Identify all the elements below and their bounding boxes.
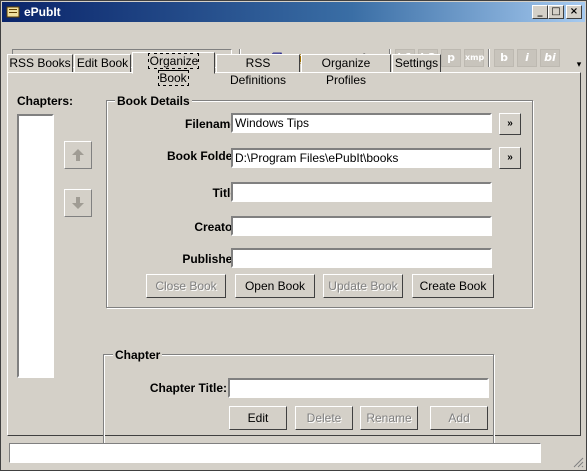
app-window: ePubIt _ □ × ⊡ ✂ ❐ ▣ ↶ ↷ ✎▾ h1 h2 p xmp …: [0, 0, 587, 471]
book-details-title: Book Details: [115, 94, 192, 108]
move-up-button[interactable]: [64, 141, 92, 169]
tab-rss-books[interactable]: RSS Books: [7, 54, 73, 73]
creator-label: Creator:: [194, 220, 241, 234]
title-bar[interactable]: ePubIt _ □ ×: [2, 2, 585, 22]
close-button[interactable]: ×: [566, 5, 582, 19]
tab-settings[interactable]: Settings: [392, 54, 441, 73]
rename-chapter-button[interactable]: Rename: [360, 406, 418, 430]
tab-organize-book[interactable]: Organize Book: [132, 52, 215, 86]
tab-rss-definitions[interactable]: RSS Definitions: [216, 54, 300, 87]
arrow-up-icon: [72, 149, 84, 161]
publisher-label: Publisher:: [182, 252, 241, 266]
bold-italic-button[interactable]: bi: [540, 49, 560, 67]
chapter-title-label: Chapter Title:: [149, 381, 227, 395]
window-title: ePubIt: [24, 5, 61, 19]
book-folder-label: Book Folder:: [167, 149, 241, 163]
filename-browse-button[interactable]: »: [499, 113, 521, 135]
toolbar: ⊡ ✂ ❐ ▣ ↶ ↷ ✎▾ h1 h2 p xmp b i bi ▾: [1, 23, 586, 70]
bold-button[interactable]: b: [494, 49, 514, 67]
move-down-button[interactable]: [64, 189, 92, 217]
chapters-list[interactable]: [17, 114, 54, 378]
folder-browse-button[interactable]: »: [499, 147, 521, 169]
app-icon: [6, 6, 20, 18]
close-book-button[interactable]: Close Book: [146, 274, 226, 298]
minimize-button[interactable]: _: [532, 5, 548, 19]
filename-label: Filename:: [184, 117, 241, 131]
arrow-down-icon: [72, 197, 84, 209]
delete-chapter-button[interactable]: Delete: [295, 406, 353, 430]
chapter-title-input[interactable]: [228, 378, 489, 398]
toolbar-separator: [488, 49, 490, 67]
chapters-label: Chapters:: [17, 94, 74, 108]
chapter-title: Chapter: [113, 348, 163, 362]
status-bar: [9, 443, 541, 463]
publisher-input[interactable]: [231, 248, 492, 268]
maximize-button[interactable]: □: [548, 5, 564, 19]
chapter-group: [103, 354, 494, 444]
open-book-button[interactable]: Open Book: [235, 274, 315, 298]
filename-input[interactable]: Windows Tips: [231, 113, 492, 133]
title-input[interactable]: [231, 182, 492, 202]
italic-button[interactable]: i: [517, 49, 537, 67]
resize-grip-icon[interactable]: [572, 456, 584, 468]
update-book-button[interactable]: Update Book: [323, 274, 403, 298]
book-folder-input[interactable]: D:\Program Files\ePubIt\books: [231, 148, 492, 168]
tab-organize-profiles[interactable]: Organize Profiles: [301, 54, 391, 87]
add-chapter-button[interactable]: Add: [430, 406, 488, 430]
xmp-button[interactable]: xmp: [464, 49, 484, 67]
edit-chapter-button[interactable]: Edit: [229, 406, 287, 430]
create-book-button[interactable]: Create Book: [412, 274, 494, 298]
tab-edit-book[interactable]: Edit Book: [74, 54, 131, 73]
paragraph-button[interactable]: p: [441, 49, 461, 67]
creator-input[interactable]: [231, 216, 492, 236]
title-label: Title:: [212, 186, 241, 200]
